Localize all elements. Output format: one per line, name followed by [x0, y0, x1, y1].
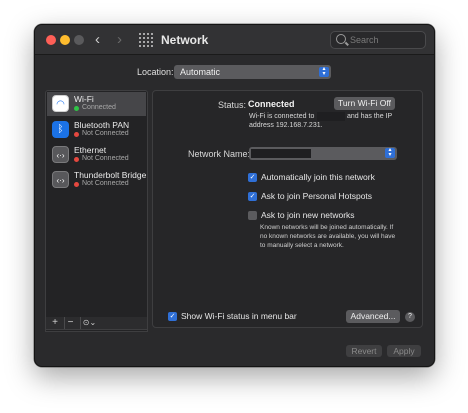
forward-arrow-icon[interactable]: › — [117, 31, 122, 49]
service-list-toolbar: + − ⊙⌄ — [45, 317, 148, 330]
title-bar: ‹ › Network — [35, 25, 434, 55]
sidebar-item-thunderbolt-bridge[interactable]: ‹·› Thunderbolt Bridge Not Connected — [47, 168, 146, 192]
turn-wifi-off-button[interactable]: Turn Wi-Fi Off — [334, 97, 395, 110]
network-name-select[interactable]: ▴ ▾ — [249, 147, 397, 160]
ethernet-icon: ‹·› — [52, 146, 69, 163]
sidebar-item-status: Not Connected — [82, 130, 129, 137]
location-value: Automatic — [180, 67, 221, 77]
sidebar-item-status: Not Connected — [82, 180, 129, 187]
show-status-checkbox[interactable]: ✓ — [168, 312, 177, 321]
show-status-label: Show Wi-Fi status in menu bar — [181, 311, 297, 321]
sidebar-item-ethernet[interactable]: ‹·› Ethernet Not Connected — [47, 143, 146, 167]
sidebar-item-label: Ethernet — [74, 145, 107, 155]
ask-hotspots-label: Ask to join Personal Hotspots — [261, 191, 373, 201]
help-button[interactable]: ? — [405, 312, 415, 322]
status-value: Connected — [248, 99, 295, 109]
auto-join-checkbox[interactable]: ✓ — [248, 173, 257, 182]
minimize-window-button[interactable] — [60, 35, 70, 45]
network-name-label: Network Name: — [188, 149, 251, 159]
sidebar-item-status: Connected — [82, 104, 116, 111]
auto-join-label: Automatically join this network — [261, 172, 375, 182]
status-dot — [74, 157, 79, 162]
search-input[interactable] — [350, 33, 422, 47]
sidebar-item-bluetooth-pan[interactable]: ᛒ Bluetooth PAN Not Connected — [47, 118, 146, 142]
location-label: Location: — [137, 67, 174, 77]
back-arrow-icon[interactable]: ‹ — [95, 31, 100, 49]
chevron-updown-icon: ▴ ▾ — [385, 147, 395, 158]
sidebar-item-wifi[interactable]: ◠ Wi-Fi Connected — [47, 92, 146, 116]
ethernet-icon: ‹·› — [52, 171, 69, 188]
known-networks-note: Known networks will be joined automatica… — [260, 224, 396, 249]
sidebar-item-label: Wi-Fi — [74, 94, 94, 104]
sidebar-item-label: Bluetooth PAN — [74, 120, 130, 130]
sidebar-item-status: Not Connected — [82, 155, 129, 162]
status-dot — [74, 132, 79, 137]
apply-button[interactable]: Apply — [387, 345, 421, 357]
add-service-button[interactable]: + — [50, 317, 60, 329]
wifi-icon: ◠ — [52, 95, 69, 112]
sidebar-item-label: Thunderbolt Bridge — [74, 170, 147, 180]
network-service-list: ◠ Wi-Fi Connected ᛒ Bluetooth PAN Not Co… — [45, 90, 148, 332]
chevron-updown-icon: ▴ ▾ — [319, 66, 329, 77]
ask-hotspots-checkbox[interactable]: ✓ — [248, 192, 257, 201]
bluetooth-icon: ᛒ — [52, 121, 69, 138]
remove-service-button[interactable]: − — [64, 317, 74, 329]
search-icon — [336, 34, 346, 44]
revert-button[interactable]: Revert — [346, 345, 382, 357]
show-all-grid-icon[interactable] — [139, 33, 153, 47]
status-dot — [74, 106, 79, 111]
search-field[interactable] — [330, 31, 426, 49]
ask-new-networks-label: Ask to join new networks — [261, 210, 355, 220]
close-window-button[interactable] — [46, 35, 56, 45]
redacted-network-name — [251, 149, 311, 158]
action-menu-button[interactable]: ⊙⌄ — [80, 317, 98, 329]
status-dot — [74, 182, 79, 187]
status-label: Status: — [218, 100, 247, 110]
zoom-window-button[interactable] — [74, 35, 84, 45]
ask-new-networks-checkbox[interactable] — [248, 211, 257, 220]
status-description-cont: and has the IP — [347, 113, 393, 120]
location-select[interactable]: Automatic ▴ ▾ — [174, 65, 331, 79]
window-title: Network — [161, 33, 209, 47]
redacted-network-name — [317, 112, 345, 121]
ip-address-text: address 192.168.7.231. — [249, 122, 323, 129]
advanced-button[interactable]: Advanced... — [346, 310, 400, 323]
status-description: Wi-Fi is connected to — [249, 113, 315, 120]
